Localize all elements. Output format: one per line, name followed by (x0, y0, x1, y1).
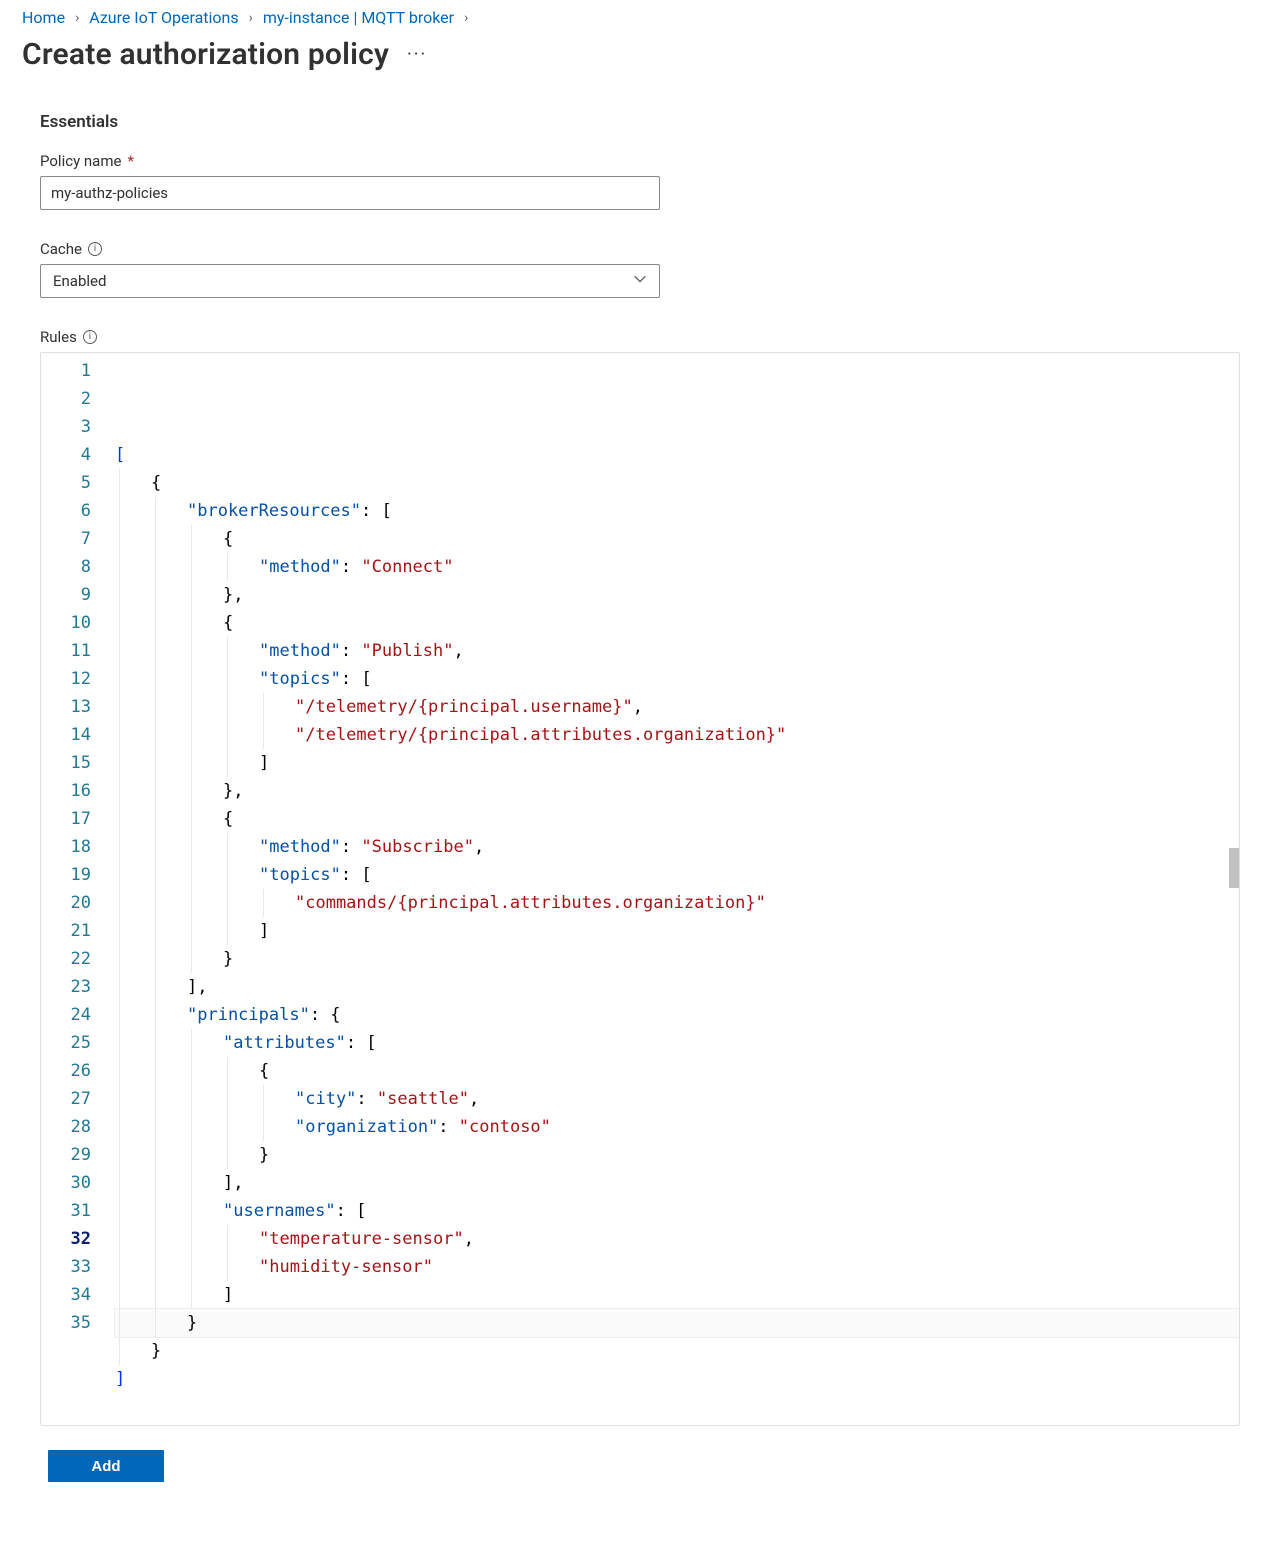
editor-line-number: 1 (63, 357, 91, 385)
editor-line[interactable]: { (115, 609, 1239, 637)
editor-line[interactable]: "method": "Subscribe", (115, 833, 1239, 861)
editor-line-number: 15 (63, 749, 91, 777)
editor-line[interactable]: }, (115, 581, 1239, 609)
editor-line-number: 23 (63, 973, 91, 1001)
editor-line-number: 7 (63, 525, 91, 553)
editor-line[interactable]: "usernames": [ (115, 1197, 1239, 1225)
essentials-heading: Essentials (40, 112, 960, 132)
editor-line-number: 10 (63, 609, 91, 637)
editor-line-number: 24 (63, 1001, 91, 1029)
editor-line[interactable]: "commands/{principal.attributes.organiza… (115, 889, 1239, 917)
cache-select-value: Enabled (53, 272, 106, 290)
editor-line[interactable]: "/telemetry/{principal.username}", (115, 693, 1239, 721)
editor-line[interactable] (115, 1393, 1239, 1421)
editor-line-number: 4 (63, 441, 91, 469)
editor-line-number: 2 (63, 385, 91, 413)
chevron-right-icon: › (75, 10, 79, 26)
editor-line[interactable]: "/telemetry/{principal.attributes.organi… (115, 721, 1239, 749)
editor-line[interactable]: "city": "seattle", (115, 1085, 1239, 1113)
chevron-right-icon: › (249, 10, 253, 26)
breadcrumb-home[interactable]: Home (22, 8, 65, 27)
editor-line[interactable]: } (115, 1141, 1239, 1169)
policy-name-label: Policy name (40, 152, 121, 170)
editor-line-number: 5 (63, 469, 91, 497)
add-button[interactable]: Add (48, 1450, 164, 1482)
more-actions-button[interactable]: ··· (407, 44, 427, 65)
info-icon[interactable]: i (83, 330, 97, 344)
breadcrumb-iot-ops[interactable]: Azure IoT Operations (89, 8, 238, 27)
editor-line-number: 16 (63, 777, 91, 805)
editor-line[interactable]: "humidity-sensor" (115, 1253, 1239, 1281)
editor-line-number: 12 (63, 665, 91, 693)
cache-select[interactable]: Enabled (40, 264, 660, 298)
editor-line-number: 35 (63, 1309, 91, 1337)
editor-line[interactable]: "topics": [ (115, 861, 1239, 889)
editor-line[interactable]: }, (115, 777, 1239, 805)
editor-line-number: 30 (63, 1169, 91, 1197)
editor-line[interactable]: "organization": "contoso" (115, 1113, 1239, 1141)
editor-line-number: 11 (63, 637, 91, 665)
editor-line-number: 8 (63, 553, 91, 581)
editor-line[interactable]: "attributes": [ (115, 1029, 1239, 1057)
editor-line[interactable]: } (115, 945, 1239, 973)
breadcrumb-instance-broker[interactable]: my-instance | MQTT broker (263, 8, 454, 27)
editor-line[interactable]: "temperature-sensor", (115, 1225, 1239, 1253)
editor-code-area[interactable]: [{"brokerResources": [{"method": "Connec… (105, 353, 1239, 1425)
editor-line[interactable]: ], (115, 1169, 1239, 1197)
editor-line-number: 34 (63, 1281, 91, 1309)
editor-line-number: 33 (63, 1253, 91, 1281)
editor-line-number: 14 (63, 721, 91, 749)
editor-line[interactable]: { (115, 1057, 1239, 1085)
editor-line-number: 3 (63, 413, 91, 441)
editor-line[interactable]: [ (115, 441, 1239, 469)
editor-line[interactable]: ], (115, 973, 1239, 1001)
editor-line-number: 26 (63, 1057, 91, 1085)
editor-line-number: 9 (63, 581, 91, 609)
editor-line-number: 21 (63, 917, 91, 945)
editor-line[interactable]: { (115, 805, 1239, 833)
editor-gutter: 1234567891011121314151617181920212223242… (41, 353, 105, 1425)
editor-line[interactable]: "principals": { (115, 1001, 1239, 1029)
required-mark: * (127, 152, 133, 170)
editor-line[interactable]: "method": "Connect" (115, 553, 1239, 581)
chevron-right-icon: › (464, 10, 468, 26)
editor-line[interactable]: { (115, 525, 1239, 553)
editor-line-number: 18 (63, 833, 91, 861)
editor-line-number: 22 (63, 945, 91, 973)
editor-line-number: 28 (63, 1113, 91, 1141)
chevron-down-icon (633, 272, 647, 290)
policy-name-input[interactable] (40, 176, 660, 210)
info-icon[interactable]: i (88, 242, 102, 256)
editor-line[interactable]: } (115, 1309, 1239, 1337)
breadcrumb: Home › Azure IoT Operations › my-instanc… (0, 0, 1282, 33)
rules-editor[interactable]: 1234567891011121314151617181920212223242… (40, 352, 1240, 1426)
editor-line[interactable]: "method": "Publish", (115, 637, 1239, 665)
editor-line-number: 17 (63, 805, 91, 833)
editor-line-number: 31 (63, 1197, 91, 1225)
editor-line[interactable]: ] (115, 1281, 1239, 1309)
editor-line[interactable]: "topics": [ (115, 665, 1239, 693)
editor-line-number: 27 (63, 1085, 91, 1113)
rules-label: Rules (40, 328, 77, 346)
editor-line[interactable]: ] (115, 749, 1239, 777)
editor-line-number: 20 (63, 889, 91, 917)
editor-line[interactable]: } (115, 1337, 1239, 1365)
editor-line[interactable]: ] (115, 1365, 1239, 1393)
editor-line-number: 19 (63, 861, 91, 889)
editor-line-number: 6 (63, 497, 91, 525)
editor-line-number: 25 (63, 1029, 91, 1057)
editor-line-number: 32 (63, 1225, 91, 1253)
editor-line-number: 13 (63, 693, 91, 721)
editor-line-number: 29 (63, 1141, 91, 1169)
page-title: Create authorization policy (22, 37, 389, 72)
editor-line[interactable]: "brokerResources": [ (115, 497, 1239, 525)
cache-label: Cache (40, 240, 82, 258)
editor-line[interactable]: { (115, 469, 1239, 497)
editor-line[interactable]: ] (115, 917, 1239, 945)
